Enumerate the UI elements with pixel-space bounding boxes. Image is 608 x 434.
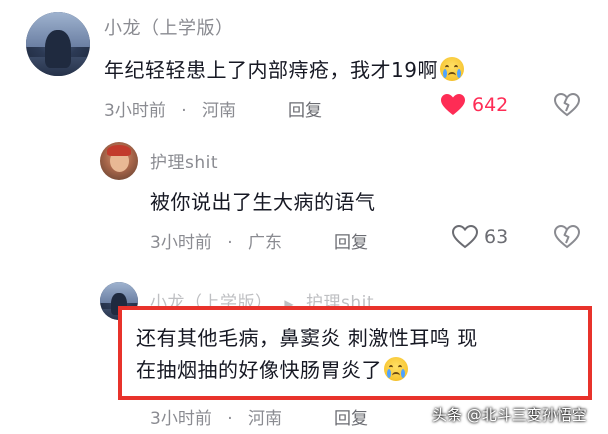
comment-1-text-body: 年纪轻轻患上了内部痔疮，我才19啊 (104, 58, 438, 82)
comment-3-meta: 3小时前 · 河南 (150, 404, 282, 429)
avatar-xiaolong[interactable] (26, 12, 90, 76)
crying-emoji-icon (439, 57, 464, 81)
comment-2-time: 3小时前 (150, 233, 212, 253)
comment-1-reply-button[interactable]: 回复 (288, 96, 322, 121)
meta-separator: · (181, 101, 187, 121)
comment-1-dislike-button[interactable] (553, 92, 581, 121)
comment-1-time: 3小时前 (104, 101, 166, 121)
comment-2-reply-button[interactable]: 回复 (334, 228, 368, 253)
comment-2-username[interactable]: 护理shit (150, 148, 218, 173)
comment-1-username[interactable]: 小龙（上学版） (104, 14, 234, 40)
comment-2-like-button[interactable]: 63 (452, 225, 508, 249)
avatar-hulishit[interactable] (100, 142, 138, 180)
heart-icon (452, 225, 478, 249)
comment-1-like-count: 642 (472, 94, 509, 116)
comment-3-reply-button[interactable]: 回复 (334, 404, 368, 429)
meta-separator: · (227, 409, 233, 429)
comment-2-meta: 3小时前 · 广东 (150, 228, 282, 253)
comment-2-like-count: 63 (484, 226, 509, 248)
crying-emoji-icon (384, 357, 408, 381)
comment-3-text-line2: 在抽烟抽的好像快肠胃炎了 (136, 358, 382, 382)
comment-1-location: 河南 (202, 101, 237, 121)
dislike-heart-icon (553, 92, 581, 117)
comment-3-time: 3小时前 (150, 409, 212, 429)
comment-2-dislike-button[interactable] (553, 224, 581, 253)
comment-3-text: 还有其他毛病，鼻窦炎 刺激性耳鸣 现 在抽烟抽的好像快肠胃炎了 (136, 322, 478, 386)
comment-2-location: 广东 (248, 233, 283, 253)
meta-separator: · (227, 233, 233, 253)
comment-3-text-line1: 还有其他毛病，鼻窦炎 刺激性耳鸣 现 (136, 326, 478, 350)
comment-1-like-button[interactable]: 642 (440, 93, 508, 117)
dislike-heart-icon (553, 224, 581, 249)
heart-icon (441, 94, 465, 115)
comment-3-text-line2-wrap: 在抽烟抽的好像快肠胃炎了 (136, 354, 478, 386)
comment-1-meta: 3小时前 · 河南 (104, 96, 236, 121)
comment-1-text: 年纪轻轻患上了内部痔疮，我才19啊 (104, 54, 464, 83)
comment-2-text: 被你说出了生大病的语气 (150, 190, 376, 214)
comment-3-location: 河南 (248, 409, 283, 429)
watermark: 头条 @北斗三变孙悟空 (432, 406, 587, 424)
